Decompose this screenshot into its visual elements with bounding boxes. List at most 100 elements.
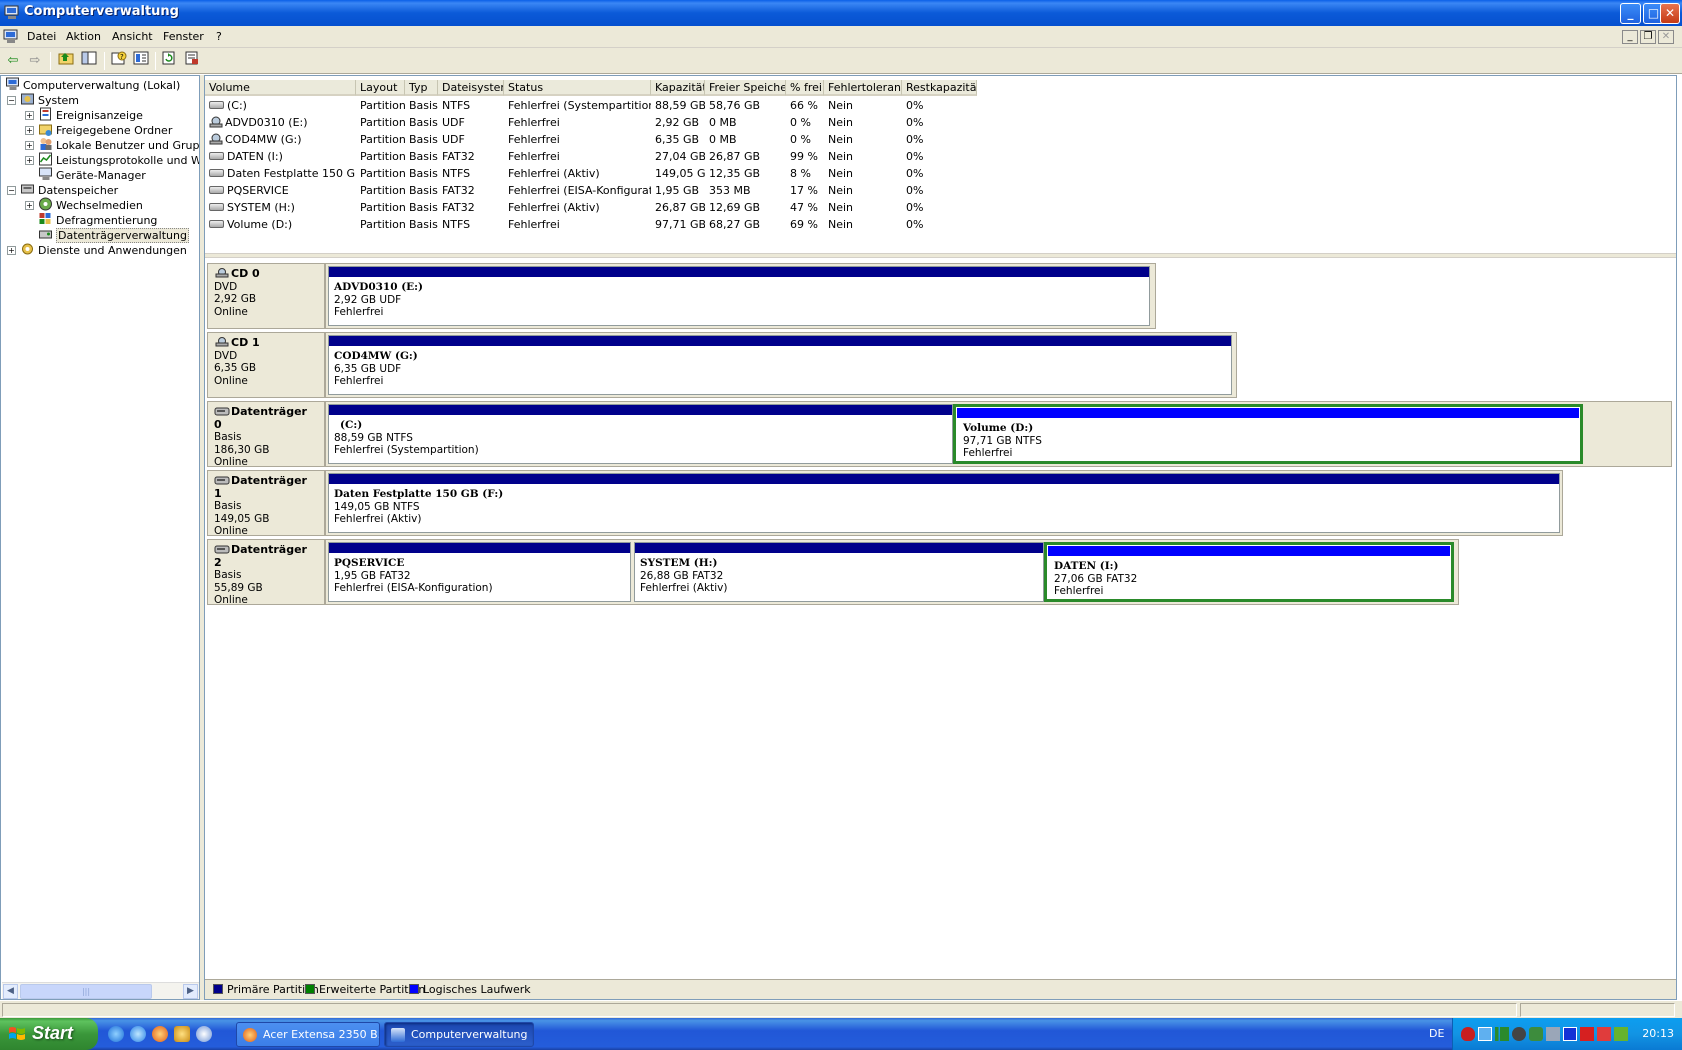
table-row[interactable]: SYSTEM (H:) Partition Basis FAT32 Fehlerfrei… — [205, 199, 1676, 216]
table-row[interactable]: COD4MW (G:) Partition Basis UDF Fehlerfrei 6,… — [205, 131, 1676, 148]
tree-horizontal-scrollbar[interactable]: ◀ ||| ▶ — [2, 982, 199, 999]
close-button[interactable]: ✕ — [1660, 3, 1680, 24]
tree-item[interactable]: + Freigegebene Ordner — [25, 122, 172, 138]
ie-icon[interactable] — [108, 1026, 124, 1042]
update-icon[interactable] — [1529, 1027, 1543, 1041]
firewall-icon[interactable] — [1580, 1027, 1594, 1041]
view-splitter[interactable] — [205, 253, 1676, 258]
tree-item[interactable]: − System — [7, 92, 79, 108]
language-indicator[interactable]: DE — [1429, 1027, 1444, 1040]
up-folder-icon[interactable] — [55, 51, 77, 71]
safely-remove-icon[interactable] — [1546, 1027, 1560, 1041]
tree-expander-icon[interactable]: + — [25, 201, 34, 210]
media-player-icon[interactable] — [196, 1026, 212, 1042]
column-header[interactable]: Restkapazität — [902, 80, 977, 96]
partition[interactable]: SYSTEM (H:) 26,88 GB FAT32 Fehlerfrei (Akt… — [634, 542, 1044, 602]
tree-expander-icon[interactable]: + — [25, 111, 34, 120]
column-header[interactable]: Freier Speicher — [705, 80, 786, 96]
disk-partitions: PQSERVICE 1,95 GB FAT32 Fehlerfrei (EISA-K… — [325, 539, 1459, 605]
column-header[interactable]: Status — [504, 80, 651, 96]
mdi-close-button[interactable]: ✕ — [1658, 30, 1674, 44]
tree-item[interactable]: Defragmentierung — [25, 212, 157, 228]
properties-icon[interactable] — [130, 51, 152, 71]
table-row[interactable]: ADVD0310 (E:) Partition Basis UDF Fehlerfrei… — [205, 114, 1676, 131]
security-icon[interactable] — [1512, 1027, 1526, 1041]
table-cell: Volume (D:) — [205, 216, 356, 233]
signal-icon[interactable] — [1495, 1027, 1509, 1041]
table-row[interactable]: DATEN (I:) Partition Basis FAT32 Fehlerfrei 2… — [205, 148, 1676, 165]
disk-info[interactable]: Datenträger 2 Basis 55,89 GB Online — [207, 539, 325, 606]
tree-item[interactable]: Datenträgerverwaltung — [25, 227, 189, 243]
firefox-icon[interactable] — [152, 1026, 168, 1042]
column-header[interactable]: Volume — [205, 80, 356, 96]
export-list-icon[interactable] — [181, 51, 203, 71]
tree-item[interactable]: − Datenspeicher — [7, 182, 118, 198]
table-cell: Basis — [409, 218, 438, 231]
partition[interactable]: Daten Festplatte 150 GB (F:) 149,05 GB NT… — [328, 473, 1560, 533]
partition[interactable]: Volume (D:) 97,71 GB NTFS Fehlerfrei — [953, 404, 1583, 464]
ie7-icon[interactable] — [130, 1026, 146, 1042]
table-row[interactable]: PQSERVICE Partition Basis FAT32 Fehlerfrei (… — [205, 182, 1676, 199]
menu-aktion[interactable]: Aktion — [66, 30, 101, 43]
back-icon[interactable]: ⇦ — [2, 51, 24, 71]
table-row[interactable]: (C:) Partition Basis NTFS Fehlerfrei (System… — [205, 97, 1676, 114]
partition[interactable]: (C:) 88,59 GB NTFS Fehlerfrei (Systemparti… — [328, 404, 953, 464]
start-button[interactable]: Start — [0, 1018, 98, 1050]
scroll-right-arrow-icon[interactable]: ▶ — [183, 984, 198, 999]
taskbar-button[interactable]: Computerverwaltung — [384, 1022, 534, 1047]
tree-item[interactable]: + Leistungsprotokolle und Warnungen — [25, 152, 199, 168]
partition[interactable]: PQSERVICE 1,95 GB FAT32 Fehlerfrei (EISA-K… — [328, 542, 631, 602]
column-header[interactable]: Dateisystem — [438, 80, 504, 96]
tool-icon[interactable] — [1597, 1027, 1611, 1041]
legend-swatch — [409, 984, 419, 994]
winamp-icon[interactable] — [174, 1026, 190, 1042]
menu-ansicht[interactable]: Ansicht — [112, 30, 153, 43]
forward-icon[interactable]: ⇨ — [24, 51, 46, 71]
tree-item[interactable]: + Lokale Benutzer und Gruppen — [25, 137, 199, 153]
partition-status: Fehlerfrei — [334, 375, 384, 387]
partition[interactable]: DATEN (I:) 27,06 GB FAT32 Fehlerfrei — [1044, 542, 1454, 602]
menu-fenster[interactable]: Fenster — [163, 30, 204, 43]
scroll-thumb[interactable]: ||| — [20, 984, 152, 999]
column-header[interactable]: Typ — [405, 80, 438, 96]
disk-info[interactable]: Datenträger 0 Basis 186,30 GB Online — [207, 401, 325, 468]
tree-expander-icon[interactable]: + — [7, 246, 16, 255]
disk-info[interactable]: CD 0 DVD 2,92 GB Online — [207, 263, 325, 329]
antivirus-icon[interactable] — [1461, 1027, 1475, 1041]
minimize-button[interactable]: _ — [1620, 3, 1641, 24]
help-icon[interactable]: ? — [108, 51, 130, 71]
media-icon[interactable] — [1563, 1027, 1577, 1041]
column-header[interactable]: % frei — [786, 80, 824, 96]
mdi-minimize-button[interactable]: _ — [1622, 30, 1638, 44]
mdi-restore-button[interactable]: ❐ — [1640, 30, 1656, 44]
tree-expander-icon[interactable]: + — [25, 126, 34, 135]
tree-item[interactable]: + Wechselmedien — [25, 197, 143, 213]
tree-item[interactable]: Computerverwaltung (Lokal) — [5, 77, 180, 93]
menu-datei[interactable]: Datei — [27, 30, 56, 43]
table-row[interactable]: Volume (D:) Partition Basis NTFS Fehlerfrei 9… — [205, 216, 1676, 233]
tree-item[interactable]: Geräte-Manager — [25, 167, 146, 183]
show-hide-tree-icon[interactable] — [78, 51, 100, 71]
refresh-icon[interactable] — [158, 51, 180, 71]
scroll-left-arrow-icon[interactable]: ◀ — [3, 984, 18, 999]
system-menu-icon[interactable] — [3, 29, 19, 44]
partition[interactable]: ADVD0310 (E:) 2,92 GB UDF Fehlerfrei — [328, 266, 1150, 326]
tree-expander-icon[interactable]: − — [7, 186, 16, 195]
column-header[interactable]: Kapazität — [651, 80, 705, 96]
disk-info[interactable]: Datenträger 1 Basis 149,05 GB Online — [207, 470, 325, 537]
tree-expander-icon[interactable]: + — [25, 156, 34, 165]
tree-item[interactable]: + Dienste und Anwendungen — [7, 242, 187, 258]
column-header[interactable]: Fehlertoleranz — [824, 80, 902, 96]
nvidia-icon[interactable] — [1614, 1027, 1628, 1041]
clock[interactable]: 20:13 — [1642, 1027, 1674, 1040]
tree-item[interactable]: + Ereignisanzeige — [25, 107, 143, 123]
taskbar-button[interactable]: Acer Extensa 2350 B... — [236, 1022, 380, 1047]
network-icon[interactable] — [1478, 1027, 1492, 1041]
menu-help[interactable]: ? — [216, 30, 222, 43]
disk-info[interactable]: CD 1 DVD 6,35 GB Online — [207, 332, 325, 398]
column-header[interactable]: Layout — [356, 80, 405, 96]
table-row[interactable]: Daten Festplatte 150 GB (F:) Partition Bas… — [205, 165, 1676, 182]
tree-expander-icon[interactable]: − — [7, 96, 16, 105]
tree-expander-icon[interactable]: + — [25, 141, 34, 150]
partition[interactable]: COD4MW (G:) 6,35 GB UDF Fehlerfrei — [328, 335, 1232, 395]
